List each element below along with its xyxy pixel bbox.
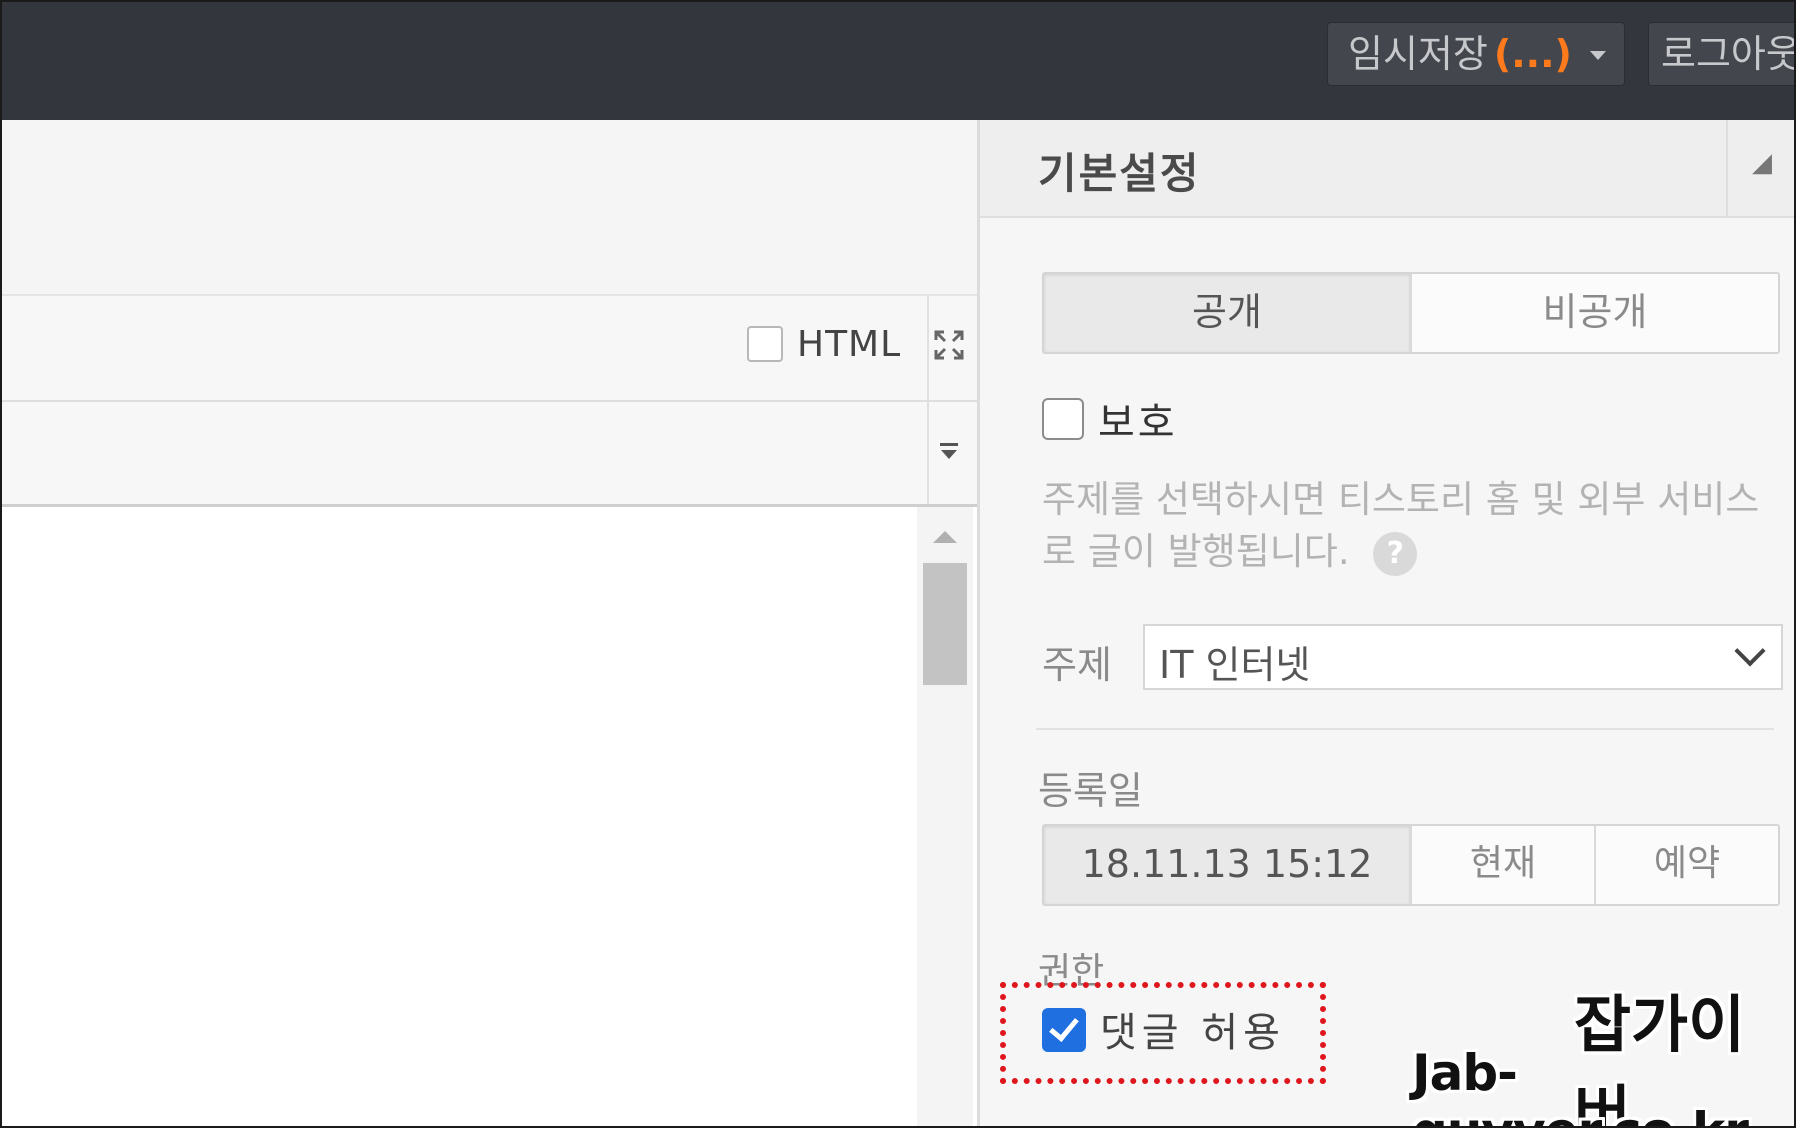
editor-toolbar-secondary <box>2 402 977 507</box>
publish-schedule-button[interactable]: 예약 <box>1596 826 1778 904</box>
topic-select[interactable]: IT 인터넷 <box>1143 624 1783 690</box>
help-icon[interactable]: ? <box>1373 531 1418 576</box>
temp-save-label: 임시저장 <box>1348 32 1488 76</box>
panel-header: 기본설정 ◢ <box>980 120 1794 218</box>
visibility-public-button[interactable]: 공개 <box>1044 274 1412 352</box>
title-input-area[interactable] <box>2 120 977 296</box>
top-bar: 임시저장 (...) 로그아웃 <box>2 2 1794 122</box>
scrollbar-thumb[interactable] <box>923 563 967 685</box>
temp-save-button[interactable]: 임시저장 (...) <box>1327 22 1625 86</box>
highlight-annotation <box>1000 982 1326 1084</box>
watermark-url: Jab-guyver.co.kr <box>1412 1044 1749 1126</box>
editor-area: HTML <box>2 120 977 1126</box>
visibility-private-button[interactable]: 비공개 <box>1412 274 1778 352</box>
publish-date-value[interactable]: 18.11.13 15:12 <box>1044 826 1412 904</box>
editor-scrollbar[interactable] <box>917 507 973 1126</box>
html-mode-checkbox[interactable] <box>747 326 783 362</box>
scroll-up-arrow-icon[interactable] <box>933 531 957 543</box>
visibility-toggle: 공개 비공개 <box>1042 272 1780 354</box>
divider <box>1036 728 1774 730</box>
topic-label: 주제 <box>1042 643 1112 687</box>
logout-button[interactable]: 로그아웃 <box>1648 22 1794 86</box>
toolbar-divider <box>927 296 929 400</box>
protect-label: 보호 <box>1098 400 1178 446</box>
chevron-down-icon <box>1734 635 1766 667</box>
topic-note: 주제를 선택하시면 티스토리 홈 및 외부 서비스로 글이 발행됩니다. ? <box>1042 474 1782 578</box>
temp-save-count: (...) <box>1493 32 1572 76</box>
editor-content[interactable] <box>2 507 977 1126</box>
publish-now-button[interactable]: 현재 <box>1412 826 1596 904</box>
app-window: 임시저장 (...) 로그아웃 HTML 기본설정 ◢ 공개 비공개 보호 주제… <box>0 0 1796 1128</box>
html-mode-label: HTML <box>797 324 902 365</box>
toolbar-divider <box>927 402 929 504</box>
chevron-down-icon[interactable] <box>1590 51 1606 60</box>
editor-toolbar: HTML <box>2 296 977 402</box>
date-label: 등록일 <box>1038 769 1143 813</box>
more-tools-icon[interactable] <box>938 440 960 462</box>
panel-title: 기본설정 <box>1038 149 1201 198</box>
topic-selected-value: IT 인터넷 <box>1159 643 1311 687</box>
protect-checkbox[interactable] <box>1042 398 1084 440</box>
panel-collapse-button[interactable]: ◢ <box>1726 120 1794 216</box>
collapse-icon: ◢ <box>1752 148 1772 178</box>
fullscreen-icon[interactable] <box>934 330 964 360</box>
publish-date-toggle: 18.11.13 15:12 현재 예약 <box>1042 824 1780 906</box>
